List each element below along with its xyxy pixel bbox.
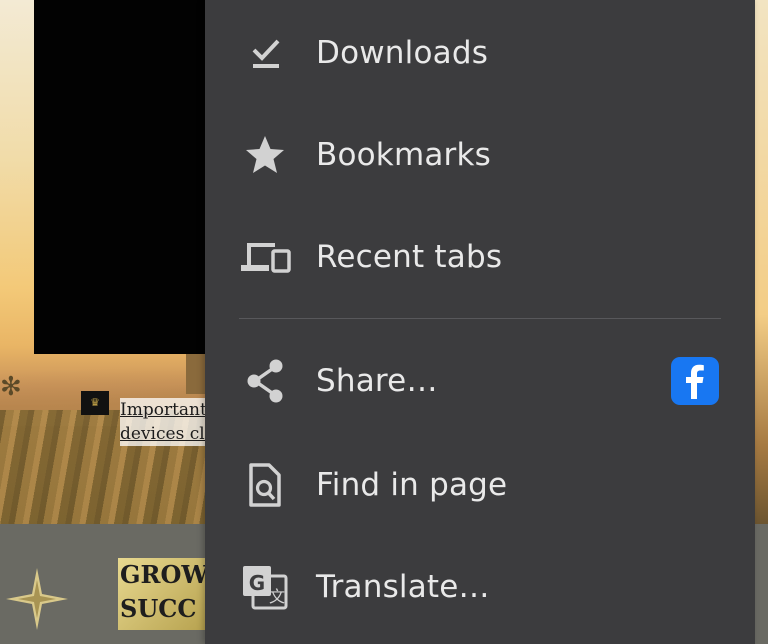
- menu-item-downloads[interactable]: Downloads: [205, 2, 755, 104]
- overflow-menu: Downloads Bookmarks Recent tabs Share… F…: [205, 0, 755, 644]
- compass-star-icon: [6, 568, 68, 630]
- grow-success-banner[interactable]: GROW SUCC: [118, 558, 206, 630]
- svg-text:G: G: [249, 571, 265, 595]
- download-done-icon: [239, 27, 291, 79]
- menu-item-bookmarks[interactable]: Bookmarks: [205, 104, 755, 206]
- facebook-share-button[interactable]: [671, 357, 719, 405]
- translate-icon: G 文: [239, 561, 291, 613]
- notice-line-1: Important: [120, 398, 206, 422]
- notice-line-2: devices cli: [120, 422, 206, 446]
- menu-item-label: Recent tabs: [316, 239, 503, 275]
- menu-item-label: Translate…: [316, 569, 490, 605]
- tree-icon: ✻: [0, 372, 22, 402]
- menu-item-label: Bookmarks: [316, 137, 491, 173]
- svg-text:文: 文: [269, 587, 285, 606]
- banner-line-1: GROW: [120, 560, 206, 589]
- banner-line-2: SUCC: [120, 594, 197, 623]
- star-icon: [239, 129, 291, 181]
- site-logo-icon: ♛: [81, 391, 109, 415]
- menu-item-label: Downloads: [316, 35, 489, 71]
- share-icon: [239, 355, 291, 407]
- menu-item-label: Share…: [316, 363, 438, 399]
- screen: ✻ ♛ Important devices cli GROW SUCC Down…: [0, 0, 768, 644]
- menu-divider: [239, 318, 721, 319]
- menu-item-translate[interactable]: G 文 Translate…: [205, 536, 755, 638]
- facebook-icon: [686, 364, 704, 399]
- menu-item-recent-tabs[interactable]: Recent tabs: [205, 206, 755, 308]
- menu-item-find-in-page[interactable]: Find in page: [205, 434, 755, 536]
- notice-link[interactable]: Important devices cli: [120, 398, 206, 446]
- find-in-page-icon: [239, 459, 291, 511]
- menu-item-share[interactable]: Share…: [205, 330, 755, 432]
- background-page-edge: [755, 0, 768, 524]
- video-player[interactable]: [34, 0, 206, 354]
- menu-item-label: Find in page: [316, 467, 508, 503]
- devices-icon: [239, 231, 291, 283]
